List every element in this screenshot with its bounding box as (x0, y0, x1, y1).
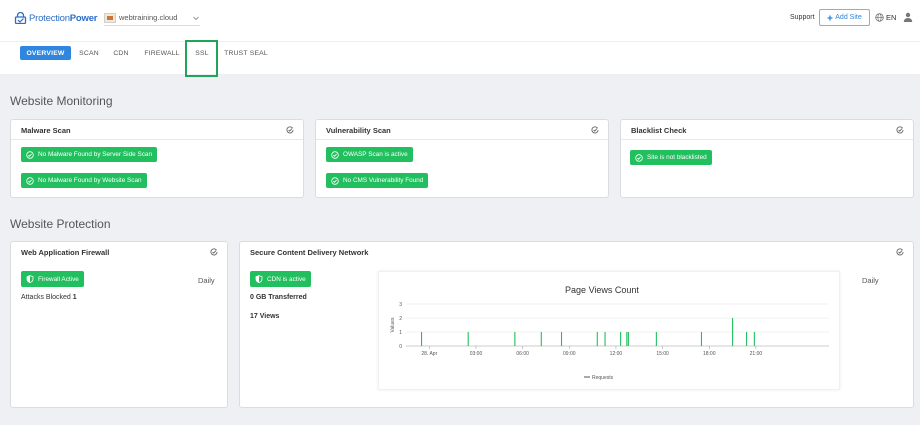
site-selector[interactable]: webtraining.cloud (104, 10, 200, 26)
check-circle-icon (26, 176, 34, 185)
globe-icon (875, 13, 884, 22)
cdn-frequency: Daily (862, 276, 879, 285)
site-selector-value: webtraining.cloud (119, 13, 178, 22)
malware-scan-card: Malware Scan No Malware Found by Server … (10, 119, 304, 198)
tab-overview[interactable]: OVERVIEW (20, 46, 71, 60)
chevron-down-icon (193, 16, 199, 20)
web-application-firewall-card: Web Application Firewall Firewall Active… (10, 241, 228, 408)
x-tick-label: 09:00 (563, 351, 576, 357)
card-divider (11, 139, 303, 140)
support-link[interactable]: Support (790, 14, 815, 21)
card-title: Secure Content Delivery Network (250, 248, 369, 257)
status-badge-label: Site is not blacklisted (647, 154, 707, 161)
status-badge-label: No Malware Found by Website Scan (38, 177, 142, 184)
settings-icon[interactable] (591, 126, 599, 134)
language-selector[interactable]: EN (875, 13, 896, 22)
settings-icon[interactable] (286, 126, 294, 134)
tabs-divider (0, 41, 920, 42)
x-tick-label: 15:00 (656, 351, 669, 357)
card-divider (316, 139, 608, 140)
x-tick-label: 06:00 (516, 351, 529, 357)
status-badge-label: No Malware Found by Server Side Scan (38, 151, 153, 158)
firewall-status-label: Firewall Active (38, 275, 79, 283)
shield-icon (26, 275, 34, 283)
attacks-blocked-value: 1 (72, 294, 77, 301)
status-badge[interactable]: No CMS Vulnerability Found (326, 173, 429, 188)
ssl-tab-highlight (185, 40, 218, 77)
language-label: EN (886, 13, 897, 22)
section-title-monitoring: Website Monitoring (10, 94, 113, 108)
brand-suffix: Power (69, 12, 98, 24)
add-site-label: Add Site (835, 14, 862, 21)
status-badge-label: OWASP Scan is active (343, 151, 408, 158)
tab-scan[interactable]: SCAN (77, 46, 101, 60)
site-thumbnail (104, 12, 116, 23)
vulnerability-scan-card: Vulnerability Scan OWASP Scan is active … (315, 119, 609, 198)
brand-logo[interactable]: ProtectionPower (14, 12, 97, 24)
check-circle-icon (26, 150, 34, 159)
top-bar: ProtectionPower webtraining.cloud Suppor… (0, 0, 920, 77)
brand-name: ProtectionPower (29, 13, 97, 24)
settings-icon[interactable] (896, 126, 904, 134)
tab-cdn[interactable]: CDN (110, 46, 132, 60)
chart-svg: Page Views Count 0 1 2 3 Values 28. Apr 03:00 06… (390, 285, 829, 381)
card-divider (621, 139, 913, 140)
cdn-status-label: CDN is active (267, 275, 306, 283)
x-tick-label: 21:00 (750, 351, 763, 357)
attacks-blocked: Attacks Blocked 1 (21, 294, 77, 301)
y-tick-label: 2 (399, 316, 402, 322)
status-badge-label: No CMS Vulnerability Found (343, 177, 424, 184)
cdn-views: 17 Views (250, 313, 280, 320)
section-title-protection: Website Protection (10, 217, 111, 231)
x-tick-label: 28. Apr (421, 351, 437, 357)
x-tick-label: 03:00 (470, 351, 483, 357)
lock-icon (14, 12, 27, 24)
chart-title: Page Views Count (565, 285, 639, 295)
y-tick-label: 0 (399, 344, 402, 350)
settings-icon[interactable] (896, 248, 904, 256)
check-circle-icon (331, 176, 339, 185)
status-badge[interactable]: No Malware Found by Website Scan (21, 173, 147, 188)
status-badge[interactable]: Site is not blacklisted (630, 150, 712, 165)
user-icon[interactable] (903, 12, 913, 22)
plus-icon (827, 15, 833, 20)
cdn-transferred: 0 GB Transferred (250, 294, 307, 301)
card-title: Vulnerability Scan (326, 126, 391, 135)
status-badge[interactable]: No Malware Found by Server Side Scan (21, 147, 158, 162)
add-site-button[interactable]: Add Site (819, 9, 870, 26)
check-circle-icon (331, 150, 339, 159)
waf-frequency: Daily (198, 276, 215, 285)
firewall-status-badge[interactable]: Firewall Active (21, 271, 84, 287)
status-badge[interactable]: OWASP Scan is active (326, 147, 413, 162)
blacklist-check-card: Blacklist Check Site is not blacklisted (620, 119, 914, 198)
check-circle-icon (635, 153, 643, 162)
x-tick-label: 18:00 (703, 351, 716, 357)
settings-icon[interactable] (210, 248, 218, 256)
y-tick-label: 1 (399, 330, 402, 336)
y-tick-label: 3 (399, 302, 402, 308)
y-axis-label: Values (390, 317, 396, 332)
shield-icon (255, 275, 263, 283)
cdn-status-badge[interactable]: CDN is active (250, 271, 311, 287)
tab-firewall[interactable]: FIREWALL (143, 46, 181, 60)
page-views-chart: Page Views Count 0 1 2 3 Values 28. Apr 03:00 06… (378, 271, 840, 390)
brand-prefix: Protection (29, 12, 70, 24)
attacks-blocked-label: Attacks Blocked (21, 294, 71, 301)
legend-label: Requests (592, 375, 614, 381)
tab-trust-seal[interactable]: TRUST SEAL (222, 46, 270, 60)
card-title: Web Application Firewall (21, 248, 110, 257)
card-title: Malware Scan (21, 126, 71, 135)
card-title: Blacklist Check (631, 126, 687, 135)
cdn-card: Secure Content Delivery Network CDN is a… (239, 241, 914, 408)
x-tick-label: 12:00 (610, 351, 623, 357)
